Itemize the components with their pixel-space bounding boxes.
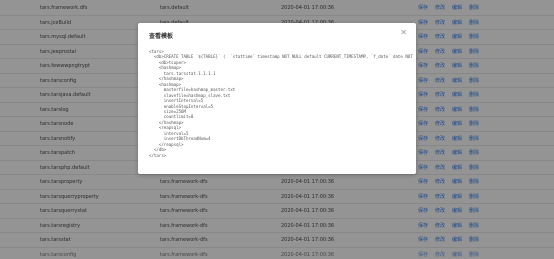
template-content: <tars> <db>CREATE TABLE `${TABLE}` ( `st… [149, 49, 413, 169]
dialog-title: 查看模板 [149, 33, 174, 40]
close-icon[interactable]: ✕ [400, 29, 407, 37]
code-line: </tars> [149, 152, 167, 158]
view-template-dialog: 查看模板 ✕ <tars> <db>CREATE TABLE `${TABLE}… [138, 23, 416, 174]
code-line: <db>CREATE TABLE `${TABLE}` ( `stattime`… [149, 54, 413, 60]
